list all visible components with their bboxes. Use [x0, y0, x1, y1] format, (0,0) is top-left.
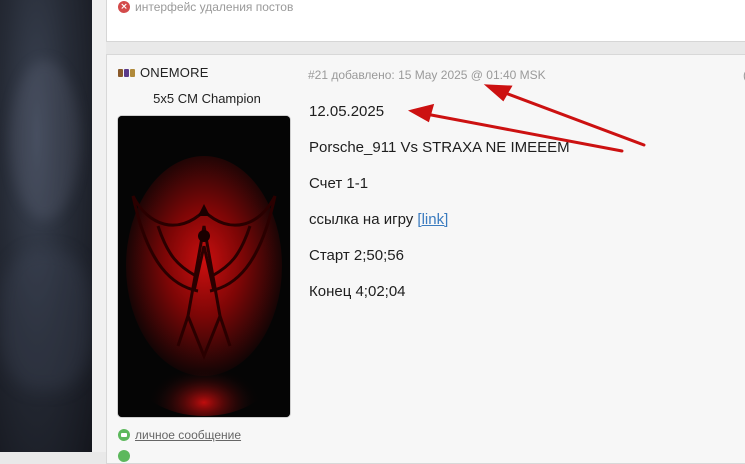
author-name[interactable]: ONEMORE: [140, 65, 209, 80]
private-message-label[interactable]: личное сообщение: [135, 428, 241, 442]
post-meta: #21 добавлено: 15 May 2025 @ 01:40 MSK: [308, 68, 546, 82]
rank-icon: [118, 68, 136, 78]
content-start: Старт 2;50;56: [309, 247, 404, 264]
content-end: Конец 4;02;04: [309, 283, 406, 300]
close-icon[interactable]: ×: [118, 1, 130, 13]
phoenix-avatar-image: [118, 116, 290, 417]
forum-post: ONEMORE 5x5 CM Champion личное сообщение…: [106, 54, 745, 464]
post-content: 12.05.2025 Porsche_911 Vs STRAXA NE IMEE…: [309, 103, 570, 319]
background-art: [0, 0, 92, 452]
delete-interface-row[interactable]: × интерфейс удаления постов: [118, 0, 293, 14]
post-date: 15 May 2025 @ 01:40 MSK: [398, 68, 546, 82]
content-date: 12.05.2025: [309, 103, 385, 120]
delete-interface-label[interactable]: интерфейс удаления постов: [135, 0, 293, 14]
background-shade: [10, 60, 80, 220]
content-score: Счет 1-1: [309, 175, 369, 192]
content-match: Porsche_911 Vs STRAXA NE IMEEEM: [309, 139, 570, 156]
user-title: 5x5 CM Champion: [153, 91, 261, 106]
private-message-link[interactable]: личное сообщение: [118, 428, 241, 442]
post-number[interactable]: #21: [308, 68, 328, 82]
game-link[interactable]: [link]: [417, 211, 448, 228]
message-icon: [118, 429, 130, 441]
content-link-line: ссылка на игру [link]: [309, 211, 570, 247]
post-author: ONEMORE: [118, 65, 209, 80]
background-shade: [0, 250, 92, 390]
previous-post: × интерфейс удаления постов: [106, 0, 745, 42]
added-label: добавлено:: [331, 68, 395, 82]
link-prefix: ссылка на игру: [309, 211, 418, 228]
page-gutter: [92, 0, 106, 452]
avatar: [118, 116, 290, 417]
